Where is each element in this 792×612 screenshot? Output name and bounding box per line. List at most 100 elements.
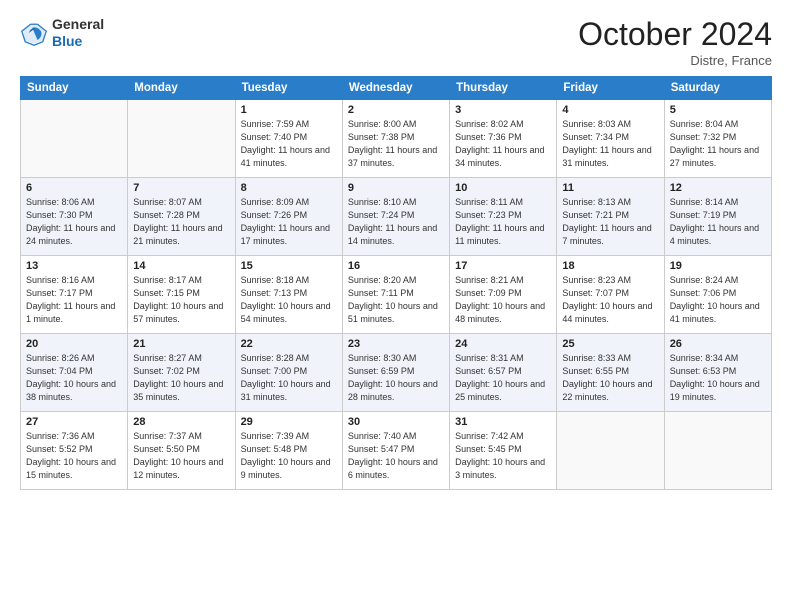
day-cell bbox=[128, 100, 235, 178]
week-row-5: 27 Sunrise: 7:36 AMSunset: 5:52 PMDayligh… bbox=[21, 412, 772, 490]
day-cell: 15Sunrise: 8:18 AMSunset: 7:13 PMDayligh… bbox=[235, 256, 342, 334]
day-number: 9 bbox=[348, 182, 444, 194]
logo-icon bbox=[20, 19, 48, 47]
day-info: Sunrise: 8:07 AMSunset: 7:28 PMDaylight:… bbox=[133, 196, 229, 248]
day-number: 2 bbox=[348, 104, 444, 116]
day-cell bbox=[557, 412, 664, 490]
day-info: Sunrise: 8:26 AMSunset: 7:04 PMDaylight:… bbox=[26, 352, 122, 404]
day-info: Sunrise: 7:40 AMSunset: 5:47 PMDaylight:… bbox=[348, 430, 444, 482]
day-info: Sunrise: 8:21 AMSunset: 7:09 PMDaylight:… bbox=[455, 274, 551, 326]
day-cell: 27 Sunrise: 7:36 AMSunset: 5:52 PMDayligh… bbox=[21, 412, 128, 490]
day-cell: 9 Sunrise: 8:10 AMSunset: 7:24 PMDaylight… bbox=[342, 178, 449, 256]
day-info: Sunrise: 8:18 AMSunset: 7:13 PMDaylight:… bbox=[241, 274, 337, 326]
week-row-3: 13 Sunrise: 8:16 AMSunset: 7:17 PMDayligh… bbox=[21, 256, 772, 334]
day-info: Sunrise: 8:06 AMSunset: 7:30 PMDaylight:… bbox=[26, 196, 122, 248]
day-info: Sunrise: 8:14 AMSunset: 7:19 PMDaylight:… bbox=[670, 196, 766, 248]
day-number: 1 bbox=[241, 104, 337, 116]
day-cell: 13 Sunrise: 8:16 AMSunset: 7:17 PMDayligh… bbox=[21, 256, 128, 334]
day-number: 29 bbox=[241, 416, 337, 428]
logo-line1: General bbox=[52, 16, 104, 33]
day-number: 25 bbox=[562, 338, 658, 350]
day-number: 27 bbox=[26, 416, 122, 428]
day-cell: 6 Sunrise: 8:06 AMSunset: 7:30 PMDaylight… bbox=[21, 178, 128, 256]
logo-line2: Blue bbox=[52, 33, 104, 50]
day-number: 30 bbox=[348, 416, 444, 428]
day-cell: 2Sunrise: 8:00 AMSunset: 7:38 PMDaylight… bbox=[342, 100, 449, 178]
calendar: Sunday Monday Tuesday Wednesday Thursday… bbox=[20, 76, 772, 490]
day-cell: 18Sunrise: 8:23 AMSunset: 7:07 PMDayligh… bbox=[557, 256, 664, 334]
day-cell: 8 Sunrise: 8:09 AMSunset: 7:26 PMDaylight… bbox=[235, 178, 342, 256]
day-cell: 23 Sunrise: 8:30 AMSunset: 6:59 PMDayligh… bbox=[342, 334, 449, 412]
day-number: 4 bbox=[562, 104, 658, 116]
day-number: 20 bbox=[26, 338, 122, 350]
day-number: 6 bbox=[26, 182, 122, 194]
week-row-2: 6 Sunrise: 8:06 AMSunset: 7:30 PMDaylight… bbox=[21, 178, 772, 256]
day-info: Sunrise: 8:09 AMSunset: 7:26 PMDaylight:… bbox=[241, 196, 337, 248]
header: General Blue October 2024 Distre, France bbox=[20, 16, 772, 68]
col-wednesday: Wednesday bbox=[342, 77, 449, 100]
day-info: Sunrise: 8:31 AMSunset: 6:57 PMDaylight:… bbox=[455, 352, 551, 404]
day-info: Sunrise: 8:11 AMSunset: 7:23 PMDaylight:… bbox=[455, 196, 551, 248]
header-row: Sunday Monday Tuesday Wednesday Thursday… bbox=[21, 77, 772, 100]
day-number: 3 bbox=[455, 104, 551, 116]
day-number: 23 bbox=[348, 338, 444, 350]
col-thursday: Thursday bbox=[450, 77, 557, 100]
day-info: Sunrise: 7:37 AMSunset: 5:50 PMDaylight:… bbox=[133, 430, 229, 482]
day-cell: 26 Sunrise: 8:34 AMSunset: 6:53 PMDayligh… bbox=[664, 334, 771, 412]
day-info: Sunrise: 7:42 AMSunset: 5:45 PMDaylight:… bbox=[455, 430, 551, 482]
day-info: Sunrise: 8:33 AMSunset: 6:55 PMDaylight:… bbox=[562, 352, 658, 404]
day-number: 22 bbox=[241, 338, 337, 350]
day-info: Sunrise: 8:17 AMSunset: 7:15 PMDaylight:… bbox=[133, 274, 229, 326]
day-number: 7 bbox=[133, 182, 229, 194]
day-cell: 16Sunrise: 8:20 AMSunset: 7:11 PMDayligh… bbox=[342, 256, 449, 334]
day-cell: 17Sunrise: 8:21 AMSunset: 7:09 PMDayligh… bbox=[450, 256, 557, 334]
day-info: Sunrise: 8:24 AMSunset: 7:06 PMDaylight:… bbox=[670, 274, 766, 326]
day-info: Sunrise: 8:34 AMSunset: 6:53 PMDaylight:… bbox=[670, 352, 766, 404]
day-cell: 21Sunrise: 8:27 AMSunset: 7:02 PMDayligh… bbox=[128, 334, 235, 412]
day-cell: 5Sunrise: 8:04 AMSunset: 7:32 PMDaylight… bbox=[664, 100, 771, 178]
day-info: Sunrise: 8:02 AMSunset: 7:36 PMDaylight:… bbox=[455, 118, 551, 170]
day-number: 10 bbox=[455, 182, 551, 194]
col-sunday: Sunday bbox=[21, 77, 128, 100]
logo-text: General Blue bbox=[52, 16, 104, 50]
day-info: Sunrise: 8:16 AMSunset: 7:17 PMDaylight:… bbox=[26, 274, 122, 326]
day-cell: 31 Sunrise: 7:42 AMSunset: 5:45 PMDayligh… bbox=[450, 412, 557, 490]
day-info: Sunrise: 8:10 AMSunset: 7:24 PMDaylight:… bbox=[348, 196, 444, 248]
day-cell: 3 Sunrise: 8:02 AMSunset: 7:36 PMDaylight… bbox=[450, 100, 557, 178]
day-number: 8 bbox=[241, 182, 337, 194]
day-number: 24 bbox=[455, 338, 551, 350]
day-number: 26 bbox=[670, 338, 766, 350]
day-info: Sunrise: 8:30 AMSunset: 6:59 PMDaylight:… bbox=[348, 352, 444, 404]
day-cell: 12Sunrise: 8:14 AMSunset: 7:19 PMDayligh… bbox=[664, 178, 771, 256]
location: Distre, France bbox=[578, 53, 772, 68]
week-row-4: 20 Sunrise: 8:26 AMSunset: 7:04 PMDayligh… bbox=[21, 334, 772, 412]
day-cell: 30 Sunrise: 7:40 AMSunset: 5:47 PMDayligh… bbox=[342, 412, 449, 490]
day-info: Sunrise: 7:39 AMSunset: 5:48 PMDaylight:… bbox=[241, 430, 337, 482]
day-number: 28 bbox=[133, 416, 229, 428]
day-cell: 11Sunrise: 8:13 AMSunset: 7:21 PMDayligh… bbox=[557, 178, 664, 256]
day-cell: 7 Sunrise: 8:07 AMSunset: 7:28 PMDaylight… bbox=[128, 178, 235, 256]
day-cell bbox=[664, 412, 771, 490]
day-cell: 22Sunrise: 8:28 AMSunset: 7:00 PMDayligh… bbox=[235, 334, 342, 412]
day-number: 31 bbox=[455, 416, 551, 428]
day-info: Sunrise: 7:36 AMSunset: 5:52 PMDaylight:… bbox=[26, 430, 122, 482]
day-number: 14 bbox=[133, 260, 229, 272]
day-number: 16 bbox=[348, 260, 444, 272]
day-number: 5 bbox=[670, 104, 766, 116]
col-friday: Friday bbox=[557, 77, 664, 100]
day-number: 19 bbox=[670, 260, 766, 272]
day-cell: 28 Sunrise: 7:37 AMSunset: 5:50 PMDayligh… bbox=[128, 412, 235, 490]
day-cell: 10 Sunrise: 8:11 AMSunset: 7:23 PMDayligh… bbox=[450, 178, 557, 256]
col-monday: Monday bbox=[128, 77, 235, 100]
week-row-1: 1Sunrise: 7:59 AMSunset: 7:40 PMDaylight… bbox=[21, 100, 772, 178]
day-number: 11 bbox=[562, 182, 658, 194]
day-cell bbox=[21, 100, 128, 178]
day-cell: 25 Sunrise: 8:33 AMSunset: 6:55 PMDayligh… bbox=[557, 334, 664, 412]
day-cell: 1Sunrise: 7:59 AMSunset: 7:40 PMDaylight… bbox=[235, 100, 342, 178]
title-area: October 2024 Distre, France bbox=[578, 16, 772, 68]
day-info: Sunrise: 8:03 AMSunset: 7:34 PMDaylight:… bbox=[562, 118, 658, 170]
day-number: 18 bbox=[562, 260, 658, 272]
day-number: 21 bbox=[133, 338, 229, 350]
day-number: 13 bbox=[26, 260, 122, 272]
col-saturday: Saturday bbox=[664, 77, 771, 100]
